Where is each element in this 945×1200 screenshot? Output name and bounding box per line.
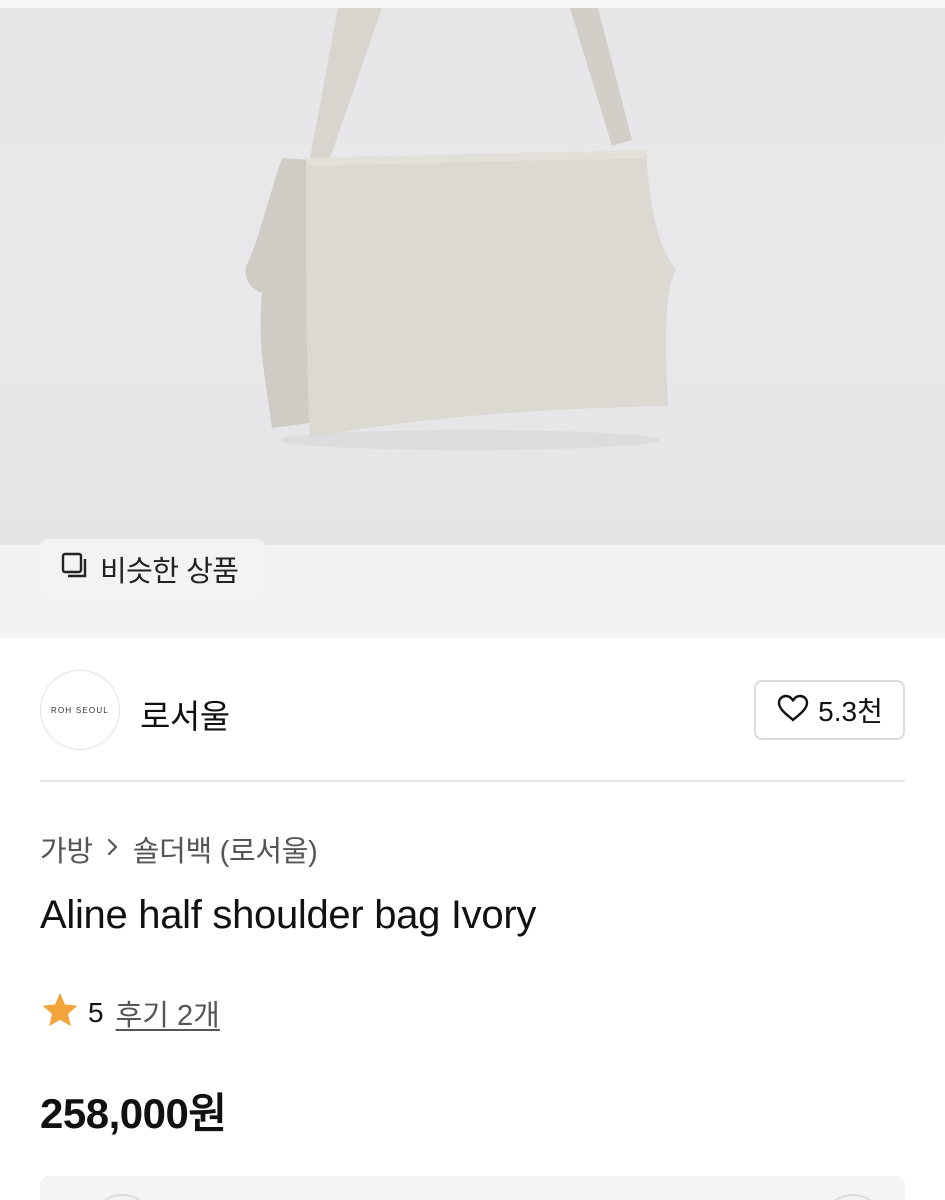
bag-shadow	[280, 430, 660, 450]
like-button[interactable]: 5.3천	[754, 680, 905, 740]
breadcrumb-item-shoulder-bag[interactable]: 숄더백 (로서울)	[133, 828, 318, 870]
bag-front-panel	[306, 150, 676, 438]
heart-outline-icon	[776, 693, 810, 728]
star-icon	[40, 990, 80, 1035]
like-count: 5.3천	[818, 696, 883, 727]
bag-illustration	[245, 8, 676, 450]
breadcrumb-item-bags[interactable]: 가방	[40, 828, 93, 870]
bottom-card-avatar	[90, 1194, 154, 1200]
seller-row: ROH SEOUL 로서울 5.3천	[40, 670, 905, 750]
breadcrumb: 가방 숄더백 (로서울)	[40, 828, 318, 870]
hero-top-strip	[0, 0, 945, 8]
section-divider	[40, 780, 905, 782]
bottom-card[interactable]	[40, 1176, 905, 1200]
seller-name[interactable]: 로서울	[140, 690, 230, 738]
similar-products-label: 비슷한 상품	[100, 555, 239, 588]
bag-strap-right	[570, 8, 632, 146]
product-title: Aline half shoulder bag Ivory	[40, 893, 537, 937]
product-price: 258,000원	[40, 1090, 227, 1137]
seller-logo[interactable]: ROH SEOUL	[40, 670, 120, 750]
bag-side-panel	[245, 158, 310, 428]
review-count-link[interactable]: 후기 2개	[116, 992, 220, 1034]
seller-logo-text: ROH SEOUL	[51, 705, 109, 715]
chevron-right-icon	[105, 836, 121, 863]
product-detail-page: 비슷한 상품 ROH SEOUL 로서울 5.3천 가방 숄더백 (로서울) A…	[0, 0, 945, 1200]
similar-products-button[interactable]: 비슷한 상품	[40, 539, 265, 598]
bottom-card-button[interactable]	[821, 1194, 885, 1200]
rating-row: 5 후기 2개	[40, 990, 220, 1035]
bag-strap-left	[310, 8, 382, 158]
rating-value: 5	[88, 996, 104, 1028]
product-image-gallery[interactable]: 비슷한 상품	[0, 0, 945, 638]
stacked-squares-icon	[60, 551, 90, 586]
